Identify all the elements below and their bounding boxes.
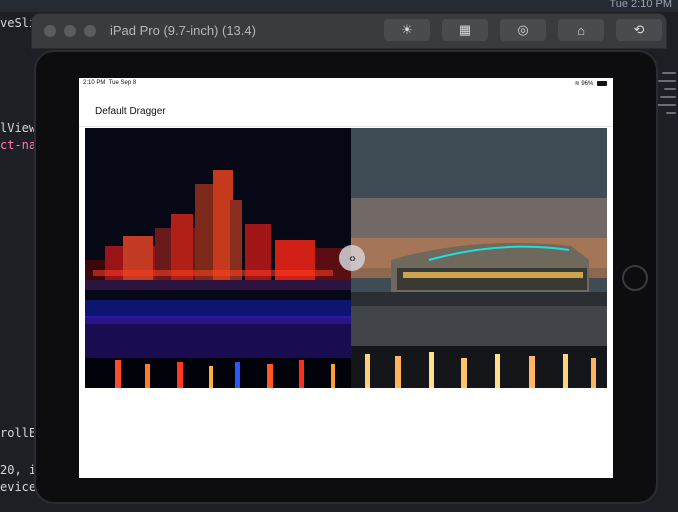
- rotate-icon: ⟲: [633, 22, 645, 37]
- ipad-screen: 2:10 PM Tue Sep 8 ≋ 96% Default Dragger: [79, 78, 613, 478]
- brightness-button[interactable]: ☀: [384, 19, 430, 41]
- camera-icon: ◎: [517, 22, 529, 37]
- code-line: 20, i: [0, 463, 37, 477]
- screenshot-button[interactable]: ◎: [500, 19, 546, 41]
- minimize-window-button[interactable]: [64, 25, 76, 37]
- menubar-clock: Tue 2:10 PM: [609, 0, 672, 10]
- rotate-button[interactable]: ⟲: [616, 19, 662, 41]
- home-button-toolbar[interactable]: ▦: [442, 19, 488, 41]
- close-window-button[interactable]: [44, 25, 56, 37]
- page-title: Default Dragger: [95, 106, 166, 117]
- drag-handle-icon: ‹›: [349, 251, 356, 265]
- home-grid-icon: ▦: [458, 22, 472, 37]
- zoom-window-button[interactable]: [84, 25, 96, 37]
- city-night-left-image: [85, 128, 351, 388]
- header-divider: [79, 126, 613, 127]
- before-image: [85, 128, 351, 388]
- code-line: veSli: [0, 16, 37, 30]
- home-screen-button[interactable]: ⌂: [558, 19, 604, 41]
- mac-menubar: Tue 2:10 PM: [0, 0, 678, 12]
- simulator-titlebar: iPad Pro (9.7-inch) (13.4) ☀ ▦ ◎ ⌂ ⟲: [32, 14, 666, 48]
- simulator-title: iPad Pro (9.7-inch) (13.4): [110, 23, 256, 38]
- ipad-home-button[interactable]: [622, 265, 648, 291]
- code-line: ct-na: [0, 138, 37, 152]
- ios-statusbar: 2:10 PM Tue Sep 8 ≋ 96%: [79, 78, 613, 88]
- editor-minimap[interactable]: [654, 60, 678, 180]
- city-night-right-image: [351, 128, 607, 388]
- after-image: [351, 128, 607, 388]
- drag-handle[interactable]: ‹›: [339, 245, 365, 271]
- status-battery: ≋ 96%: [575, 80, 607, 87]
- before-after-slider[interactable]: ‹›: [85, 128, 607, 388]
- code-line: lView: [0, 121, 37, 135]
- battery-icon: [597, 80, 607, 86]
- brightness-icon: ☀: [401, 22, 413, 37]
- status-time: 2:10 PM Tue Sep 8: [83, 80, 137, 86]
- wifi-icon: ≋: [574, 81, 580, 87]
- house-icon: ⌂: [577, 22, 585, 38]
